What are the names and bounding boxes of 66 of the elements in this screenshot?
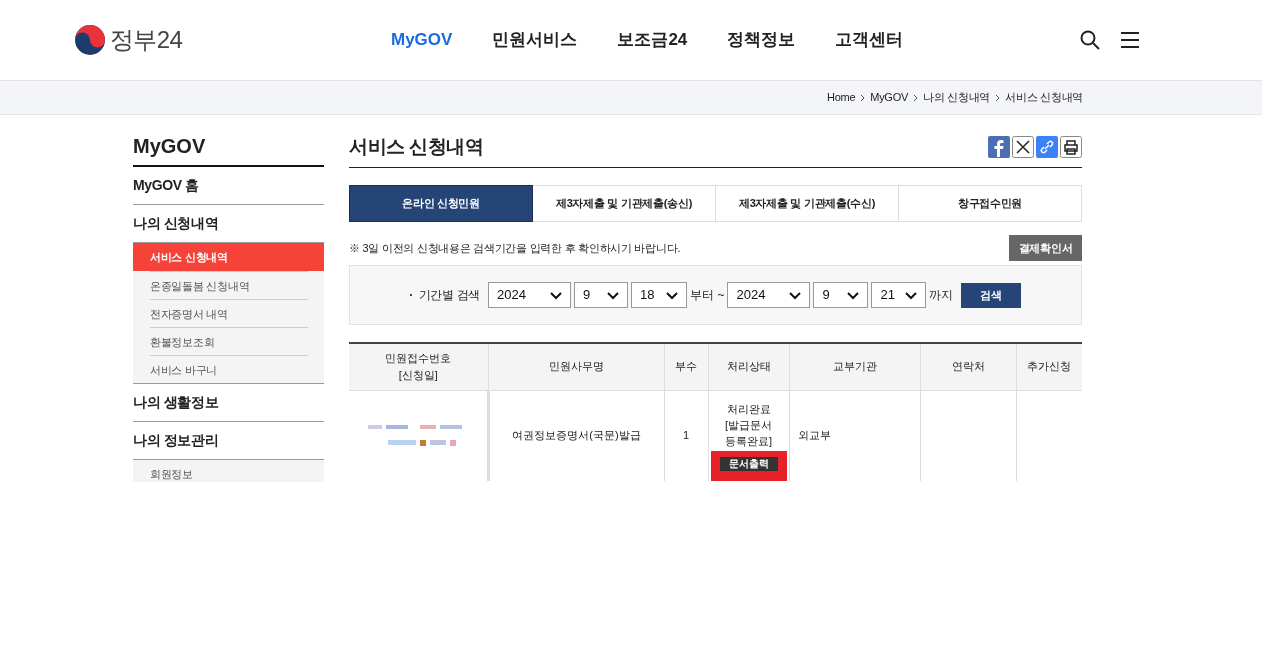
- chevron-down-icon: [607, 292, 620, 300]
- dropdown[interactable]: 18: [631, 282, 688, 308]
- dropdown[interactable]: 2024: [488, 282, 572, 308]
- column-header: 부수: [664, 343, 708, 390]
- sidebar-section[interactable]: 나의 신청내역: [133, 205, 324, 242]
- breadcrumb-link[interactable]: 서비스 신청내역: [1005, 89, 1083, 106]
- dropdown[interactable]: 2024: [727, 282, 811, 308]
- chevron-right-icon: [995, 93, 1001, 102]
- tab[interactable]: 창구접수민원: [899, 185, 1082, 222]
- column-header: 민원사무명: [488, 343, 664, 390]
- from-label: 부터 ~: [690, 287, 725, 304]
- column-header: 교부기관: [789, 343, 920, 390]
- search-button[interactable]: 검색: [961, 282, 1022, 308]
- print-icon[interactable]: [1060, 136, 1082, 158]
- chevron-down-icon: [550, 292, 563, 300]
- chevron-down-icon: [666, 292, 679, 300]
- chevron-down-icon: [905, 292, 918, 300]
- link-icon[interactable]: [1036, 136, 1058, 158]
- logo-text: 정부24: [110, 25, 183, 55]
- column-header: 처리상태: [708, 343, 789, 390]
- sidebar-item[interactable]: 서비스 신청내역: [133, 243, 324, 271]
- search-label: 기간별 검색: [418, 287, 481, 304]
- nav-link[interactable]: 민원서비스: [492, 27, 578, 53]
- tab[interactable]: 온라인 신청민원: [349, 185, 533, 222]
- receipt-button[interactable]: 결제확인서: [1009, 235, 1082, 261]
- breadcrumb-link[interactable]: MyGOV: [870, 89, 908, 106]
- sidebar-item[interactable]: 전자증명서 내역: [133, 299, 324, 327]
- sidebar-section[interactable]: 나의 정보관리: [133, 422, 324, 459]
- logo-icon: [74, 24, 106, 56]
- chevron-right-icon: [913, 93, 918, 102]
- table-cell: 외교부: [789, 390, 920, 481]
- dropdown[interactable]: 9: [574, 282, 629, 308]
- nav-link[interactable]: 고객센터: [835, 27, 904, 53]
- notice-text: ※ 3일 이전의 신청내용은 검색기간을 입력한 후 확인하시기 바랍니다.: [349, 240, 681, 256]
- menu-icon[interactable]: [1120, 31, 1140, 49]
- chevron-right-icon: [860, 93, 866, 102]
- status-text: 처리완료 [발급문서 등록완료]: [723, 401, 774, 449]
- x-icon[interactable]: [1012, 136, 1034, 158]
- table-cell: 1: [664, 390, 708, 481]
- breadcrumb-link[interactable]: Home: [827, 89, 856, 106]
- column-header: 민원접수번호 [신청일]: [349, 343, 488, 390]
- sidebar-item[interactable]: 온종일돌봄 신청내역: [133, 271, 324, 299]
- sidebar-item[interactable]: 환불정보조회: [133, 327, 324, 355]
- to-label: 까지: [929, 287, 954, 304]
- print-document-button[interactable]: 문서출력: [719, 456, 778, 471]
- page-title: 서비스 신청내역: [349, 134, 484, 159]
- sidebar-item[interactable]: 서비스 바구니: [133, 355, 324, 383]
- sidebar-section[interactable]: 나의 생활정보: [133, 384, 324, 421]
- column-header: 연락처: [920, 343, 1016, 390]
- dropdown[interactable]: 21: [871, 282, 927, 308]
- dropdown[interactable]: 9: [813, 282, 869, 308]
- tab[interactable]: 제3자제출 및 기관제출(송신): [533, 185, 716, 222]
- sidebar-section[interactable]: MyGOV 홈: [133, 167, 324, 204]
- table-cell: 여권정보증명서(국문)발급: [488, 390, 664, 481]
- tab[interactable]: 제3자제출 및 기관제출(수신): [716, 185, 899, 222]
- column-header: 추가신청: [1016, 343, 1082, 390]
- search-icon[interactable]: [1080, 30, 1100, 50]
- chevron-down-icon: [789, 292, 802, 300]
- sidebar-title: MyGOV: [133, 133, 324, 167]
- nav-link[interactable]: 정책정보: [727, 27, 796, 53]
- sidebar-item[interactable]: 회원정보: [133, 460, 324, 482]
- breadcrumb-link[interactable]: 나의 신청내역: [923, 89, 991, 106]
- nav-link[interactable]: MyGOV: [391, 27, 453, 53]
- chevron-down-icon: [847, 292, 860, 300]
- facebook-icon[interactable]: [988, 136, 1010, 158]
- nav-link[interactable]: 보조금24: [617, 27, 688, 53]
